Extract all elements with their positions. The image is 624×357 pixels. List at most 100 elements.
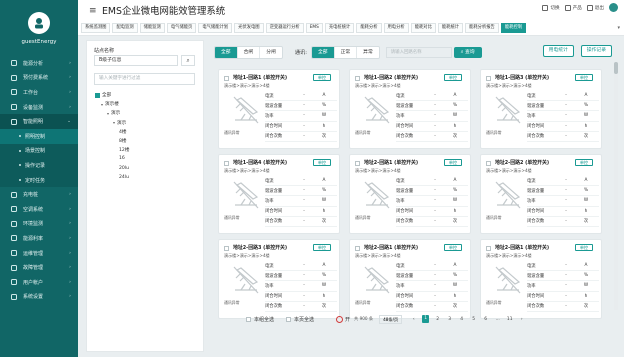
control-mode-button[interactable]: 单控	[443, 74, 462, 81]
tab-item[interactable]: 光伏发电图	[234, 23, 264, 33]
sidebar-item[interactable]: 工作台 ›	[0, 85, 78, 100]
tab-item[interactable]: 电气储能页	[166, 23, 197, 33]
scrollbar[interactable]	[614, 62, 618, 310]
tab-item[interactable]: 系统监测图	[81, 23, 111, 33]
mode-option[interactable]: 分闸	[260, 46, 282, 58]
tree-node[interactable]: 8楼	[119, 138, 127, 144]
sidebar-item[interactable]: 设备监测 ›	[0, 100, 78, 115]
operation-log-button[interactable]: 操作记录	[580, 45, 612, 57]
power-on-button[interactable]: 开共 900 条	[336, 315, 373, 323]
caret-down-icon[interactable]: ▾	[113, 120, 115, 125]
tab-item[interactable]: 用电分析	[383, 23, 409, 33]
caret-down-icon[interactable]: ▾	[101, 102, 103, 107]
station-select[interactable]: B级子信息	[94, 55, 178, 66]
control-mode-button[interactable]: 单控	[443, 159, 462, 166]
next-page-icon[interactable]: ›	[518, 317, 525, 322]
query-button[interactable]: ⌕ 查询	[453, 46, 482, 58]
prev-page-icon[interactable]: ‹	[410, 317, 417, 322]
comm-option[interactable]: 正常	[334, 46, 358, 58]
loop-search-input[interactable]: 请输入回路名称	[385, 46, 452, 58]
page-number[interactable]: ...	[494, 317, 501, 322]
page-number[interactable]: 2	[434, 317, 441, 322]
sidebar-item[interactable]: 能源利率 ›	[0, 231, 78, 246]
tab-item[interactable]: 电气储能计划	[198, 23, 233, 33]
tab-item[interactable]: 能耗统计	[437, 23, 464, 33]
card-checkbox[interactable]	[486, 76, 491, 81]
sidebar-subitem[interactable]: 操作记录	[0, 158, 78, 173]
page-number[interactable]: 1	[422, 315, 430, 323]
sidebar-subitem[interactable]: 照明控制	[0, 128, 78, 144]
card-checkbox[interactable]	[355, 246, 360, 251]
tab-item[interactable]: 能耗分析报告	[465, 23, 499, 33]
loop-card[interactable]: 地址2-回路1 (单控开关) 单控 演示楼>演示>演示>4楼 通讯异常 电流 - A 谐波含量…	[349, 239, 471, 319]
mode-option[interactable]: 全部	[215, 46, 238, 58]
sidebar-item[interactable]: 用户帐户 ›	[0, 275, 78, 290]
product-button[interactable]: 产品	[564, 4, 582, 11]
tab-item[interactable]: 逆变器运行分析	[265, 23, 304, 33]
loop-card[interactable]: 地址1-回路4 (单控开关) 单控 演示楼>演示>演示>4楼 通讯异常 电流 - A 谐波含量…	[218, 154, 340, 234]
loop-card[interactable]: 地址1-回路2 (单控开关) 单控 演示楼>演示>演示>4楼 通讯异常 电流 - A 谐波含量…	[349, 69, 471, 149]
sidebar-item[interactable]: 智能照明 ⌄	[0, 114, 78, 129]
control-mode-button[interactable]: 单控	[574, 74, 593, 81]
card-checkbox[interactable]	[224, 246, 229, 251]
checkbox-icon[interactable]	[95, 92, 100, 98]
control-mode-button[interactable]: 单控	[574, 159, 593, 166]
tree-node[interactable]: 全部	[95, 92, 111, 98]
tab-item[interactable]: 充电桩统计	[324, 23, 355, 33]
sidebar-item[interactable]: 系统设置 ›	[0, 290, 78, 305]
page-number[interactable]: 11	[506, 317, 513, 322]
sidebar-item[interactable]: 空调系统 ›	[0, 202, 78, 217]
sidebar-item[interactable]: 环境监测 ›	[0, 217, 78, 232]
card-checkbox[interactable]	[486, 246, 491, 251]
page-number[interactable]: 4	[458, 317, 465, 322]
loop-card[interactable]: 地址1-回路3 (单控开关) 单控 演示楼>演示>演示>4楼 通讯异常 电流 - A 谐波含量…	[480, 69, 602, 149]
comm-option[interactable]: 异常	[357, 46, 379, 58]
select-page-checkbox[interactable]: 本页全选	[286, 316, 314, 323]
usage-stats-button[interactable]: 用电统计	[542, 45, 574, 57]
card-checkbox[interactable]	[224, 76, 229, 81]
sidebar-subitem[interactable]: 场景控制	[0, 143, 78, 159]
tree-node[interactable]: 20lu	[119, 166, 129, 171]
tab-menu-icon[interactable]: ▾	[617, 25, 620, 31]
tree-node[interactable]: ▾ 演示	[107, 110, 120, 117]
control-mode-button[interactable]: 单控	[574, 244, 593, 251]
page-size-select[interactable]: 48条/页	[379, 314, 403, 324]
loop-card[interactable]: 地址2-回路3 (单控开关) 单控 演示楼>演示>演示>4楼 通讯异常 电流 - A 谐波含量…	[218, 239, 340, 319]
logout-button[interactable]: 退出	[586, 4, 604, 11]
sidebar-item[interactable]: 运维管理 ›	[0, 246, 78, 261]
card-checkbox[interactable]	[224, 161, 229, 166]
scrollbar-thumb[interactable]	[614, 62, 618, 74]
tree-node[interactable]: ▾ 演示楼	[101, 101, 119, 108]
sidebar-item[interactable]: 故障管理 ›	[0, 260, 78, 275]
tree-node[interactable]: 16	[119, 156, 125, 161]
page-number[interactable]: 6	[482, 317, 489, 322]
page-number[interactable]: 5	[470, 317, 477, 322]
sidebar-subitem[interactable]: 定时任务	[0, 172, 78, 188]
tab-item[interactable]: 储能监测	[139, 23, 165, 33]
tab-item[interactable]: EMS	[305, 23, 323, 33]
loop-card[interactable]: 地址2-回路1 (单控开关) 单控 演示楼>演示>演示>4楼 通讯异常 电流 - A 谐波含量…	[349, 154, 471, 234]
tree-node[interactable]: ▾ 演示	[113, 120, 126, 126]
tab-item[interactable]: 能耗分析	[356, 23, 382, 33]
switch-button[interactable]: 切换	[542, 4, 560, 11]
tree-node[interactable]: 24lu	[119, 175, 129, 180]
comm-option[interactable]: 全部	[311, 46, 335, 58]
menu-toggle-icon[interactable]: ≡	[89, 6, 97, 16]
card-checkbox[interactable]	[355, 161, 360, 166]
tab-item[interactable]: 配电监测	[112, 23, 138, 33]
tab-item[interactable]: 能耗控制	[500, 23, 527, 33]
sidebar-item[interactable]: 预付费系统 ›	[0, 71, 78, 86]
control-mode-button[interactable]: 单控	[443, 244, 462, 251]
loop-card[interactable]: 地址1-回路1 (单控开关) 单控 演示楼>演示>演示>4楼 通讯异常 电流 - A 谐波含量…	[218, 69, 340, 149]
card-checkbox[interactable]	[486, 161, 491, 166]
avatar[interactable]	[609, 3, 618, 12]
tree-node[interactable]: 12楼	[119, 147, 129, 153]
sidebar-item[interactable]: 充电桩 ›	[0, 187, 78, 202]
tree-node[interactable]: 4楼	[119, 129, 127, 135]
select-group-checkbox[interactable]: 本组全选	[246, 316, 274, 323]
page-number[interactable]: 3	[446, 317, 453, 322]
sidebar-item[interactable]: 能源分析 ›	[0, 56, 78, 71]
control-mode-button[interactable]: 单控	[312, 244, 331, 251]
keyword-filter-input[interactable]: 输入关键字进行过滤	[94, 73, 195, 85]
control-mode-button[interactable]: 单控	[312, 159, 331, 166]
